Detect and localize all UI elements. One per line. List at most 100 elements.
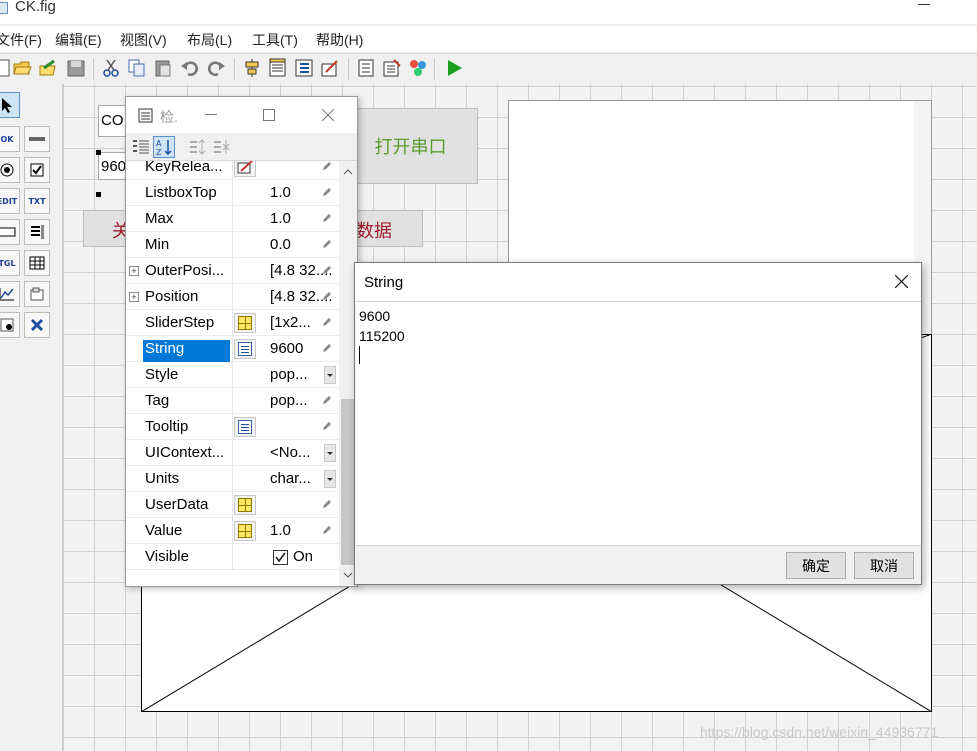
- maximize-icon[interactable]: [263, 109, 275, 121]
- property-value[interactable]: 9600: [270, 340, 303, 357]
- property-value[interactable]: 0.0: [270, 236, 291, 253]
- checkbox-icon[interactable]: [273, 550, 288, 565]
- toolbar-editor-icon[interactable]: [408, 58, 428, 78]
- property-row[interactable]: Style pop...: [126, 362, 339, 388]
- dropdown-icon[interactable]: [324, 444, 336, 462]
- run-icon[interactable]: [444, 58, 464, 78]
- undo-icon[interactable]: [180, 58, 200, 78]
- editor-icon[interactable]: [320, 58, 340, 78]
- menu-edit[interactable]: 编辑(E): [55, 30, 102, 50]
- property-value[interactable]: 1.0: [270, 210, 291, 227]
- property-row[interactable]: UIContext... <No...: [126, 440, 339, 466]
- pencil-icon[interactable]: [322, 161, 332, 171]
- property-row[interactable]: SliderStep [1x2...: [126, 310, 339, 336]
- menu-file[interactable]: 文件(F): [0, 30, 42, 50]
- property-row[interactable]: String 9600: [126, 336, 339, 362]
- listbox-tool-icon[interactable]: [24, 219, 50, 245]
- property-inspector-icon[interactable]: [356, 58, 376, 78]
- checkbox-tool-icon[interactable]: [24, 157, 50, 183]
- pencil-icon[interactable]: [322, 525, 332, 535]
- close-icon[interactable]: [895, 275, 908, 288]
- property-row[interactable]: UserData: [126, 492, 339, 518]
- align-objects-icon[interactable]: [242, 58, 262, 78]
- activex-tool-icon[interactable]: [24, 312, 50, 338]
- property-row[interactable]: + OuterPosi... [4.8 32....: [126, 258, 339, 284]
- button-group-tool-icon[interactable]: [0, 312, 20, 338]
- paste-icon[interactable]: [153, 58, 173, 78]
- property-row[interactable]: Visible On: [126, 544, 339, 570]
- property-table[interactable]: KeyRelea... ListboxTop 1.0 Max 1.0 Min 0.0 + Out…: [126, 161, 339, 586]
- array-editor-icon[interactable]: [234, 521, 256, 541]
- expand-icon[interactable]: +: [129, 292, 139, 302]
- categorized-view-icon[interactable]: [130, 136, 152, 158]
- pencil-icon[interactable]: [322, 421, 332, 431]
- pencil-icon[interactable]: [322, 213, 332, 223]
- table-tool-icon[interactable]: [24, 250, 50, 276]
- property-row[interactable]: KeyRelea...: [126, 161, 339, 180]
- selection-handle[interactable]: [96, 192, 101, 197]
- inspector-title-bar[interactable]: 检.: [126, 97, 357, 133]
- redo-icon[interactable]: [206, 58, 226, 78]
- save-icon[interactable]: [66, 58, 86, 78]
- pencil-icon[interactable]: [322, 499, 332, 509]
- array-editor-icon[interactable]: [234, 495, 256, 515]
- dialog-title-bar[interactable]: String: [355, 263, 921, 301]
- minimize-icon[interactable]: [205, 114, 217, 116]
- select-tool-icon[interactable]: [0, 92, 20, 118]
- ok-button[interactable]: 确定: [786, 552, 846, 579]
- menu-editor-icon[interactable]: [268, 58, 288, 78]
- scroll-up-icon[interactable]: [343, 169, 353, 175]
- collapse-all-icon[interactable]: [211, 136, 233, 158]
- toggle-button-tool-icon[interactable]: TGL: [0, 250, 20, 276]
- scrollbar-thumb[interactable]: [341, 399, 355, 565]
- property-value[interactable]: pop...: [270, 366, 308, 383]
- array-editor-icon[interactable]: [234, 313, 256, 333]
- static-text-tool-icon[interactable]: TXT: [24, 188, 50, 214]
- push-button-tool-icon[interactable]: OK: [0, 126, 20, 152]
- property-value[interactable]: 1.0: [270, 184, 291, 201]
- open-folder-icon[interactable]: [12, 58, 32, 78]
- slider-tool-icon[interactable]: [24, 126, 50, 152]
- close-icon[interactable]: [322, 109, 334, 121]
- baud-rate-popup[interactable]: 960: [98, 152, 128, 180]
- pencil-icon[interactable]: [322, 291, 332, 301]
- pencil-icon[interactable]: [322, 187, 332, 197]
- pencil-icon[interactable]: [322, 239, 332, 249]
- axes-tool-icon[interactable]: [0, 281, 20, 307]
- callback-editor-icon[interactable]: [234, 161, 256, 177]
- menu-tools[interactable]: 工具(T): [252, 30, 298, 50]
- property-row[interactable]: Min 0.0: [126, 232, 339, 258]
- copy-icon[interactable]: [127, 58, 147, 78]
- open-editor-icon[interactable]: [38, 58, 58, 78]
- property-row[interactable]: Max 1.0: [126, 206, 339, 232]
- edit-text-tool-icon[interactable]: EDIT: [0, 188, 20, 214]
- scroll-down-icon[interactable]: [343, 572, 353, 578]
- text-editor-icon[interactable]: [234, 339, 256, 359]
- text-editor-icon[interactable]: [234, 417, 256, 437]
- property-value[interactable]: <No...: [270, 444, 310, 461]
- property-row[interactable]: Value 1.0: [126, 518, 339, 544]
- panel-tool-icon[interactable]: [24, 281, 50, 307]
- property-value[interactable]: [1x2...: [270, 314, 311, 331]
- property-row[interactable]: Tooltip: [126, 414, 339, 440]
- pencil-icon[interactable]: [322, 343, 332, 353]
- popup-menu-tool-icon[interactable]: [0, 219, 20, 245]
- property-row[interactable]: Tag pop...: [126, 388, 339, 414]
- object-browser-icon[interactable]: [382, 58, 402, 78]
- property-value[interactable]: pop...: [270, 392, 308, 409]
- open-serial-button[interactable]: 打开串口: [343, 108, 478, 184]
- expand-icon[interactable]: +: [129, 266, 139, 276]
- menu-help[interactable]: 帮助(H): [316, 30, 363, 50]
- property-value[interactable]: char...: [270, 470, 311, 487]
- expand-all-icon[interactable]: [187, 136, 209, 158]
- cancel-button[interactable]: 取消: [854, 552, 914, 579]
- minimize-icon[interactable]: [918, 4, 930, 5]
- pencil-icon[interactable]: [322, 317, 332, 327]
- tab-order-editor-icon[interactable]: [294, 58, 314, 78]
- pencil-icon[interactable]: [322, 265, 332, 275]
- property-row[interactable]: Units char...: [126, 466, 339, 492]
- menu-view[interactable]: 视图(V): [120, 30, 167, 50]
- property-row[interactable]: ListboxTop 1.0: [126, 180, 339, 206]
- dropdown-icon[interactable]: [324, 366, 336, 384]
- property-value[interactable]: 1.0: [270, 522, 291, 539]
